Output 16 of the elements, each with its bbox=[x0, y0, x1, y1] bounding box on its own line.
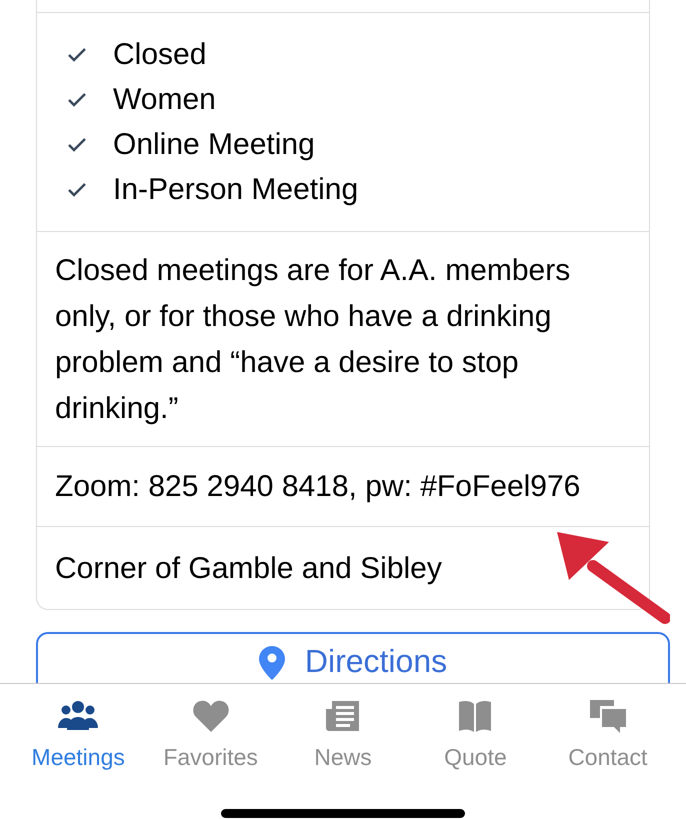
tab-bar-item[interactable]: Contact bbox=[542, 698, 674, 774]
location-note: Corner of Gamble and Sibley bbox=[55, 550, 442, 586]
tab-bar-item[interactable]: Quote bbox=[409, 698, 542, 774]
heart-icon bbox=[190, 698, 231, 734]
map-pin-icon bbox=[258, 646, 285, 680]
tab-bar-item[interactable]: Favorites bbox=[144, 698, 277, 774]
online-meeting-note: Zoom: 825 2940 8418, pw: #FoFeel976 bbox=[55, 469, 580, 505]
meeting-type: Women bbox=[113, 82, 216, 118]
meeting-type: Online Meeting bbox=[113, 127, 315, 163]
tab-bar-item[interactable]: News bbox=[276, 698, 410, 774]
annotation-arrow-icon bbox=[555, 530, 670, 625]
description-text: Closed meetings are for A.A. members only, or for those who have a drinking problem and “have a desire to stop drinking.” bbox=[37, 232, 649, 447]
tab-bar-item[interactable]: Meetings bbox=[12, 698, 144, 774]
meeting-type: In-Person Meeting bbox=[113, 172, 358, 208]
meeting-type: Closed bbox=[113, 37, 206, 73]
chat-icon bbox=[588, 698, 628, 734]
